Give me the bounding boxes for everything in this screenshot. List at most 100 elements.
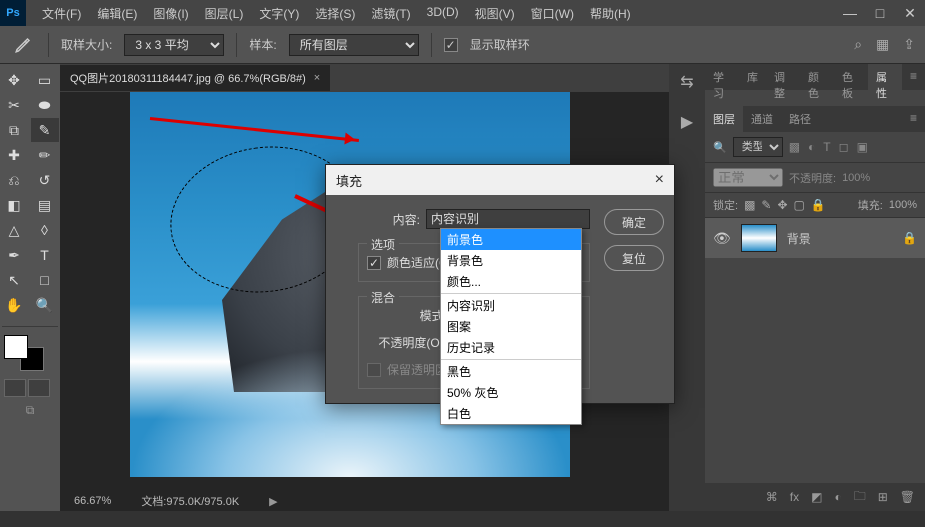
delete-layer-icon[interactable]: 🗑: [900, 490, 915, 504]
eyedropper-icon[interactable]: [10, 32, 36, 58]
sample-size-select[interactable]: 3 x 3 平均: [124, 34, 224, 56]
filter-shape-icon[interactable]: ◻: [839, 140, 849, 154]
layer-panel-menu-icon[interactable]: ≡: [902, 106, 925, 132]
history-brush-tool[interactable]: ↺: [31, 168, 59, 192]
panel-menu-icon[interactable]: ≡: [902, 64, 925, 90]
lock-all-icon[interactable]: 🔒: [811, 198, 826, 212]
layer-kind-select[interactable]: 类型: [733, 137, 783, 157]
pen-tool[interactable]: ✒: [0, 243, 28, 267]
menu-image[interactable]: 图像(I): [145, 0, 196, 27]
visibility-toggle-icon[interactable]: 👁: [713, 230, 731, 247]
color-swatches[interactable]: [4, 335, 44, 371]
dropdown-item-background[interactable]: 背景色: [441, 250, 581, 271]
close-tab-icon[interactable]: ×: [314, 72, 320, 84]
lock-icon[interactable]: 🔒: [902, 231, 917, 245]
dropdown-item-black[interactable]: 黑色: [441, 361, 581, 382]
path-tool[interactable]: ↖: [0, 268, 28, 292]
link-layers-icon[interactable]: ⌘: [766, 490, 778, 504]
menu-view[interactable]: 视图(V): [467, 0, 523, 27]
filter-adjust-icon[interactable]: ◐: [808, 140, 815, 154]
dropdown-item-white[interactable]: 白色: [441, 403, 581, 424]
reset-button[interactable]: 复位: [604, 245, 664, 271]
eraser-tool[interactable]: ◧: [0, 193, 28, 217]
layer-thumbnail[interactable]: [741, 224, 777, 252]
expand-panels-icon[interactable]: ⇆: [680, 72, 693, 92]
menu-help[interactable]: 帮助(H): [582, 0, 639, 27]
group-icon[interactable]: 🗀: [854, 487, 866, 508]
minimize-button[interactable]: —: [835, 0, 865, 26]
filter-pixel-icon[interactable]: ▩: [789, 140, 800, 154]
share-icon[interactable]: ⇪: [903, 36, 915, 53]
document-tab[interactable]: QQ图片20180311184447.jpg @ 66.7%(RGB/8#) ×: [60, 65, 330, 91]
menu-window[interactable]: 窗口(W): [523, 0, 582, 27]
menu-filter[interactable]: 滤镜(T): [363, 0, 418, 27]
sample-select[interactable]: 所有图层: [289, 34, 419, 56]
close-button[interactable]: ✕: [895, 0, 925, 26]
dropdown-item-content-aware[interactable]: 内容识别: [441, 295, 581, 316]
menu-3d[interactable]: 3D(D): [419, 0, 467, 27]
menu-select[interactable]: 选择(S): [307, 0, 363, 27]
lock-move-icon[interactable]: ✥: [777, 198, 787, 212]
stamp-tool[interactable]: ⎌: [0, 168, 28, 192]
tab-color[interactable]: 颜色: [800, 64, 834, 90]
tab-channels[interactable]: 通道: [743, 106, 781, 132]
menu-type[interactable]: 文字(Y): [251, 0, 307, 27]
zoom-tool[interactable]: 🔍: [31, 293, 59, 317]
hand-tool[interactable]: ✋: [0, 293, 28, 317]
new-layer-icon[interactable]: ⊞: [878, 490, 888, 504]
menu-file[interactable]: 文件(F): [34, 0, 89, 27]
maximize-button[interactable]: □: [865, 0, 895, 26]
dropdown-item-foreground[interactable]: 前景色: [441, 229, 581, 250]
brush-tool[interactable]: ✏: [31, 143, 59, 167]
show-ring-checkbox[interactable]: ✓: [444, 38, 458, 52]
tab-libraries[interactable]: 库: [739, 64, 766, 90]
document-info[interactable]: 文档:975.0K/975.0K: [141, 493, 239, 509]
filter-type-icon[interactable]: T: [823, 140, 830, 154]
crop-tool[interactable]: ⧉: [0, 118, 28, 142]
mask-icon[interactable]: ◩: [811, 490, 822, 504]
lock-position-icon[interactable]: ✎: [761, 198, 771, 212]
workspace-icon[interactable]: ▦: [876, 36, 889, 53]
tab-layers[interactable]: 图层: [705, 106, 743, 132]
screen-mode-icon[interactable]: ⧉: [0, 403, 60, 418]
tab-swatches[interactable]: 色板: [834, 64, 868, 90]
color-adapt-checkbox[interactable]: ✓: [367, 256, 381, 270]
quick-mask-toggle[interactable]: [4, 379, 56, 397]
filter-smart-icon[interactable]: ▣: [857, 140, 868, 154]
move-tool[interactable]: ✥: [0, 68, 28, 92]
dropdown-item-history[interactable]: 历史记录: [441, 337, 581, 358]
tab-adjust[interactable]: 调整: [766, 64, 800, 90]
layer-row-background[interactable]: 👁 背景 🔒: [705, 218, 925, 258]
status-arrow-icon[interactable]: ▶: [269, 495, 277, 508]
shape-tool[interactable]: □: [31, 268, 59, 292]
quickselect-tool[interactable]: ⬬: [31, 93, 59, 117]
dropdown-item-pattern[interactable]: 图案: [441, 316, 581, 337]
dodge-tool[interactable]: ◊: [31, 218, 59, 242]
eyedropper-tool[interactable]: ✎: [31, 118, 59, 142]
foreground-color[interactable]: [4, 335, 28, 359]
search-icon[interactable]: 🔍: [713, 141, 727, 154]
fx-icon[interactable]: fx: [790, 490, 799, 504]
dropdown-item-gray[interactable]: 50% 灰色: [441, 382, 581, 403]
gradient-tool[interactable]: ▤: [31, 193, 59, 217]
zoom-level[interactable]: 66.67%: [74, 495, 111, 507]
marquee-tool[interactable]: ▭: [31, 68, 59, 92]
dropdown-item-color[interactable]: 颜色...: [441, 271, 581, 292]
fill-value[interactable]: 100%: [889, 199, 917, 211]
heal-tool[interactable]: ✚: [0, 143, 28, 167]
blend-mode-select[interactable]: 正常: [713, 168, 783, 187]
dialog-titlebar[interactable]: 填充 ×: [326, 165, 674, 195]
search-icon[interactable]: ⌕: [854, 36, 862, 53]
tab-learn[interactable]: 学习: [705, 64, 739, 90]
type-tool[interactable]: T: [31, 243, 59, 267]
layer-name[interactable]: 背景: [787, 230, 811, 247]
menu-edit[interactable]: 编辑(E): [89, 0, 145, 27]
adjustment-icon[interactable]: ◐: [834, 490, 841, 504]
lock-artboard-icon[interactable]: ▢: [794, 198, 805, 212]
preserve-trans-checkbox[interactable]: [367, 363, 381, 377]
blur-tool[interactable]: △: [0, 218, 28, 242]
content-select[interactable]: 内容识别: [426, 209, 590, 229]
panel-icon[interactable]: ▶: [681, 112, 693, 132]
lock-pixels-icon[interactable]: ▩: [744, 198, 755, 212]
ok-button[interactable]: 确定: [604, 209, 664, 235]
